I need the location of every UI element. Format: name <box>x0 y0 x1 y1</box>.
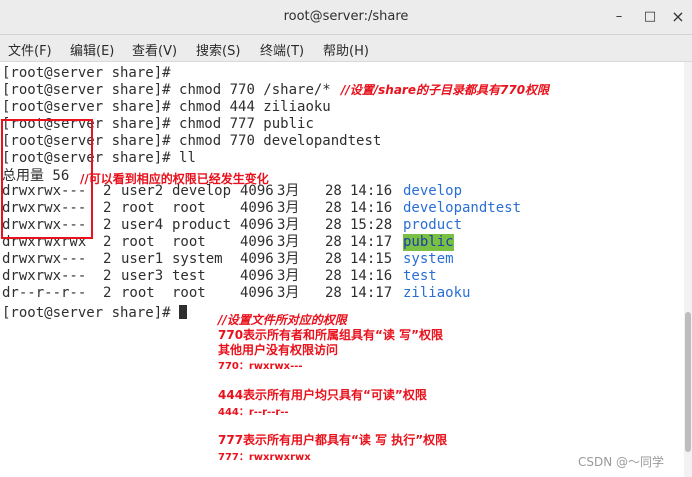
listing-time: 14:16 <box>350 200 393 216</box>
menu-view[interactable]: 查看(V) <box>132 40 177 59</box>
listing-links: 2 <box>103 200 112 216</box>
listing-links: 2 <box>103 217 112 233</box>
menu-edit[interactable]: 编辑(E) <box>70 40 114 59</box>
listing-owner: user4 <box>121 217 164 233</box>
scrollbar-track[interactable] <box>684 62 692 477</box>
listing-name: product <box>403 217 463 233</box>
listing-owner: root <box>121 200 155 216</box>
scrollbar-thumb[interactable] <box>685 312 691 452</box>
listing-name: develop <box>403 183 463 199</box>
listing-perm: drwxrwx--- <box>2 268 87 284</box>
listing-links: 2 <box>103 268 112 284</box>
menu-terminal[interactable]: 终端(T) <box>260 40 304 59</box>
listing-month: 3月 <box>277 285 300 301</box>
listing-links: 2 <box>103 183 112 199</box>
listing-group: root <box>172 285 206 301</box>
listing-size: 4096 <box>240 183 274 199</box>
listing-owner: user2 <box>121 183 164 199</box>
listing-day: 28 <box>325 285 342 301</box>
listing-size: 4096 <box>240 200 274 216</box>
annotation-777-desc: 777表示所有用户都具有“读 写 执行”权限 <box>218 433 448 447</box>
listing-month: 3月 <box>277 183 300 199</box>
menu-search[interactable]: 搜索(S) <box>196 40 240 59</box>
listing-time: 14:17 <box>350 285 393 301</box>
listing-month: 3月 <box>277 217 300 233</box>
listing-day: 28 <box>325 200 342 216</box>
listing-group: develop <box>172 183 232 199</box>
menu-bar: 文件(F) 编辑(E) 查看(V) 搜索(S) 终端(T) 帮助(H) <box>0 35 692 62</box>
listing-name: public <box>403 234 454 251</box>
listing-day: 28 <box>325 251 342 267</box>
listing-group: product <box>172 217 232 233</box>
terminal-line: [root@server share]# chmod 444 ziliaoku <box>2 99 331 115</box>
listing-day: 28 <box>325 183 342 199</box>
listing-size: 4096 <box>240 268 274 284</box>
listing-group: test <box>172 268 206 284</box>
listing-time: 14:16 <box>350 183 393 199</box>
listing-size: 4096 <box>240 217 274 233</box>
listing-perm: drwxrwx--- <box>2 251 87 267</box>
terminal-line: [root@server share]# chmod 770 /share/* <box>2 82 331 98</box>
text-cursor <box>179 305 188 319</box>
annotation-chmod-note: //设置/share的子目录都具有770权限 <box>341 83 550 97</box>
listing-size: 4096 <box>240 251 274 267</box>
window-title: root@server:/share <box>283 9 409 24</box>
listing-day: 28 <box>325 217 342 233</box>
listing-size: 4096 <box>240 234 274 250</box>
listing-name: developandtest <box>403 200 522 216</box>
listing-links: 2 <box>103 285 112 301</box>
annotation-444-desc: 444表示所有用户均只具有“可读”权限 <box>218 388 427 402</box>
menu-file[interactable]: 文件(F) <box>8 40 52 59</box>
listing-group: root <box>172 200 206 216</box>
listing-links: 2 <box>103 251 112 267</box>
listing-links: 2 <box>103 234 112 250</box>
listing-time: 15:28 <box>350 217 393 233</box>
terminal-line: [root@server share]# <box>2 305 188 322</box>
listing-group: root <box>172 234 206 250</box>
listing-month: 3月 <box>277 200 300 216</box>
listing-name: ziliaoku <box>403 285 471 301</box>
annotation-777-perm: 777：rwxrwxrwx <box>218 452 311 463</box>
listing-owner: root <box>121 234 155 250</box>
terminal-line: [root@server share]# <box>2 65 180 81</box>
annotation-770-others: 其他用户没有权限访问 <box>218 343 339 357</box>
listing-day: 28 <box>325 268 342 284</box>
listing-perm: dr--r--r-- <box>2 285 87 301</box>
title-bar: root@server:/share – □ × <box>0 0 692 35</box>
listing-owner: root <box>121 285 155 301</box>
maximize-button[interactable]: □ <box>640 7 660 27</box>
listing-month: 3月 <box>277 234 300 250</box>
listing-owner: user3 <box>121 268 164 284</box>
listing-size: 4096 <box>240 285 274 301</box>
listing-day: 28 <box>325 234 342 250</box>
listing-name: system <box>403 251 454 267</box>
annotation-444-perm: 444：r--r--r-- <box>218 407 289 418</box>
listing-month: 3月 <box>277 251 300 267</box>
watermark: CSDN @～同学 <box>578 455 665 469</box>
listing-name: test <box>403 268 437 284</box>
listing-time: 14:16 <box>350 268 393 284</box>
listing-time: 14:17 <box>350 234 393 250</box>
listing-group: system <box>172 251 223 267</box>
listing-month: 3月 <box>277 268 300 284</box>
permission-highlight-box <box>1 119 93 239</box>
menu-help[interactable]: 帮助(H) <box>323 40 369 59</box>
minimize-button[interactable]: – <box>609 7 629 27</box>
listing-time: 14:15 <box>350 251 393 267</box>
annotation-770-perm: 770：rwxrwx--- <box>218 361 303 372</box>
close-button[interactable]: × <box>668 7 688 27</box>
listing-owner: user1 <box>121 251 164 267</box>
